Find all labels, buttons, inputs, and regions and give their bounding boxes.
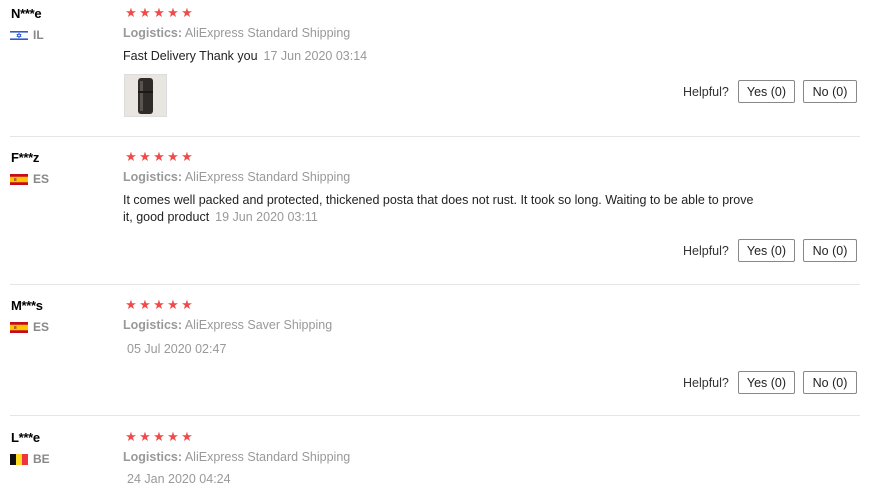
- helpful-label: Helpful?: [683, 84, 729, 99]
- logistics-value: AliExpress Standard Shipping: [184, 170, 351, 184]
- review-date: 17 Jun 2020 03:14: [263, 49, 368, 63]
- reviewer-name: L***e: [11, 430, 40, 445]
- logistics-value: AliExpress Standard Shipping: [184, 26, 351, 40]
- star-icon: ★: [181, 429, 193, 444]
- review-feedback: 24 Jan 2020 04:24: [123, 471, 763, 488]
- helpful-yes-button[interactable]: Yes (0): [737, 80, 796, 103]
- star-icon: ★: [153, 5, 165, 20]
- star-icon: ★: [125, 149, 137, 164]
- helpful-no-button[interactable]: No (0): [803, 80, 858, 103]
- reviewer-country: BE: [10, 452, 50, 466]
- review-date: 05 Jul 2020 02:47: [127, 342, 227, 356]
- star-icon: ★: [181, 149, 193, 164]
- review-item: M***s ES ★ ★ ★ ★ ★ Logistics: AliExpress Sav…: [10, 298, 860, 416]
- feedback-text-line-2: it, good product: [123, 210, 210, 224]
- feedback-text-line-1: It comes well packed and protected, thic…: [123, 193, 754, 207]
- review-item: L***e BE ★ ★ ★ ★ ★ Logistics: AliExpress Sta…: [10, 430, 860, 496]
- reviewer-country: ES: [10, 320, 49, 334]
- helpful-section: Helpful? Yes (0) No (0): [683, 239, 858, 262]
- review-date: 24 Jan 2020 04:24: [127, 472, 231, 486]
- star-icon: ★: [181, 5, 193, 20]
- star-rating: ★ ★ ★ ★ ★: [124, 298, 194, 312]
- flag-es-icon: [10, 173, 28, 185]
- logistics-info: Logistics: AliExpress Standard Shipping: [123, 450, 350, 464]
- star-icon: ★: [153, 429, 165, 444]
- helpful-yes-button[interactable]: Yes (0): [737, 371, 796, 394]
- flag-be-icon: [10, 453, 28, 465]
- reviewer-name: F***z: [11, 150, 40, 165]
- flag-il-icon: [10, 29, 28, 41]
- logistics-info: Logistics: AliExpress Saver Shipping: [123, 318, 332, 332]
- star-icon: ★: [139, 5, 151, 20]
- feedback-text: Fast Delivery Thank you: [123, 49, 258, 63]
- helpful-section: Helpful? Yes (0) No (0): [683, 80, 858, 103]
- star-icon: ★: [139, 429, 151, 444]
- flag-es-icon: [10, 321, 28, 333]
- country-code: ES: [33, 172, 50, 186]
- star-icon: ★: [181, 297, 193, 312]
- star-icon: ★: [167, 297, 179, 312]
- star-icon: ★: [153, 297, 165, 312]
- country-code: ES: [33, 320, 50, 334]
- star-icon: ★: [167, 5, 179, 20]
- star-rating: ★ ★ ★ ★ ★: [124, 150, 194, 164]
- country-code: BE: [33, 452, 50, 466]
- star-icon: ★: [153, 149, 165, 164]
- logistics-info: Logistics: AliExpress Standard Shipping: [123, 170, 350, 184]
- helpful-no-button[interactable]: No (0): [803, 239, 858, 262]
- star-icon: ★: [139, 149, 151, 164]
- helpful-label: Helpful?: [683, 375, 729, 390]
- logistics-label: Logistics:: [123, 26, 183, 40]
- helpful-section: Helpful? Yes (0) No (0): [683, 371, 858, 394]
- star-icon: ★: [125, 297, 137, 312]
- country-code: IL: [33, 28, 44, 42]
- review-photo-thumbnail[interactable]: [124, 74, 167, 117]
- star-icon: ★: [125, 5, 137, 20]
- reviewer-country: ES: [10, 172, 49, 186]
- star-icon: ★: [167, 429, 179, 444]
- logistics-value: AliExpress Standard Shipping: [184, 450, 351, 464]
- logistics-label: Logistics:: [123, 318, 183, 332]
- logistics-info: Logistics: AliExpress Standard Shipping: [123, 26, 350, 40]
- reviewer-name: N***e: [11, 6, 42, 21]
- review-feedback: It comes well packed and protected, thic…: [123, 192, 763, 226]
- reviewer-country: IL: [10, 28, 44, 42]
- star-icon: ★: [167, 149, 179, 164]
- helpful-yes-button[interactable]: Yes (0): [737, 239, 796, 262]
- review-date: 19 Jun 2020 03:11: [215, 210, 318, 224]
- helpful-no-button[interactable]: No (0): [803, 371, 858, 394]
- review-item: F***z ES ★ ★ ★ ★ ★ Logistics: AliExpress Sta…: [10, 150, 860, 285]
- star-rating: ★ ★ ★ ★ ★: [124, 430, 194, 444]
- logistics-label: Logistics:: [123, 450, 183, 464]
- review-feedback: 05 Jul 2020 02:47: [123, 341, 763, 358]
- review-feedback: Fast Delivery Thank you 17 Jun 2020 03:14: [123, 48, 763, 65]
- star-icon: ★: [125, 429, 137, 444]
- logistics-value: AliExpress Saver Shipping: [184, 318, 333, 332]
- helpful-label: Helpful?: [683, 243, 729, 258]
- review-item: N***e IL ★ ★ ★ ★ ★ Logistics: AliExpress Sta…: [10, 6, 860, 137]
- reviewer-name: M***s: [11, 298, 43, 313]
- star-icon: ★: [139, 297, 151, 312]
- logistics-label: Logistics:: [123, 170, 183, 184]
- star-rating: ★ ★ ★ ★ ★: [124, 6, 194, 20]
